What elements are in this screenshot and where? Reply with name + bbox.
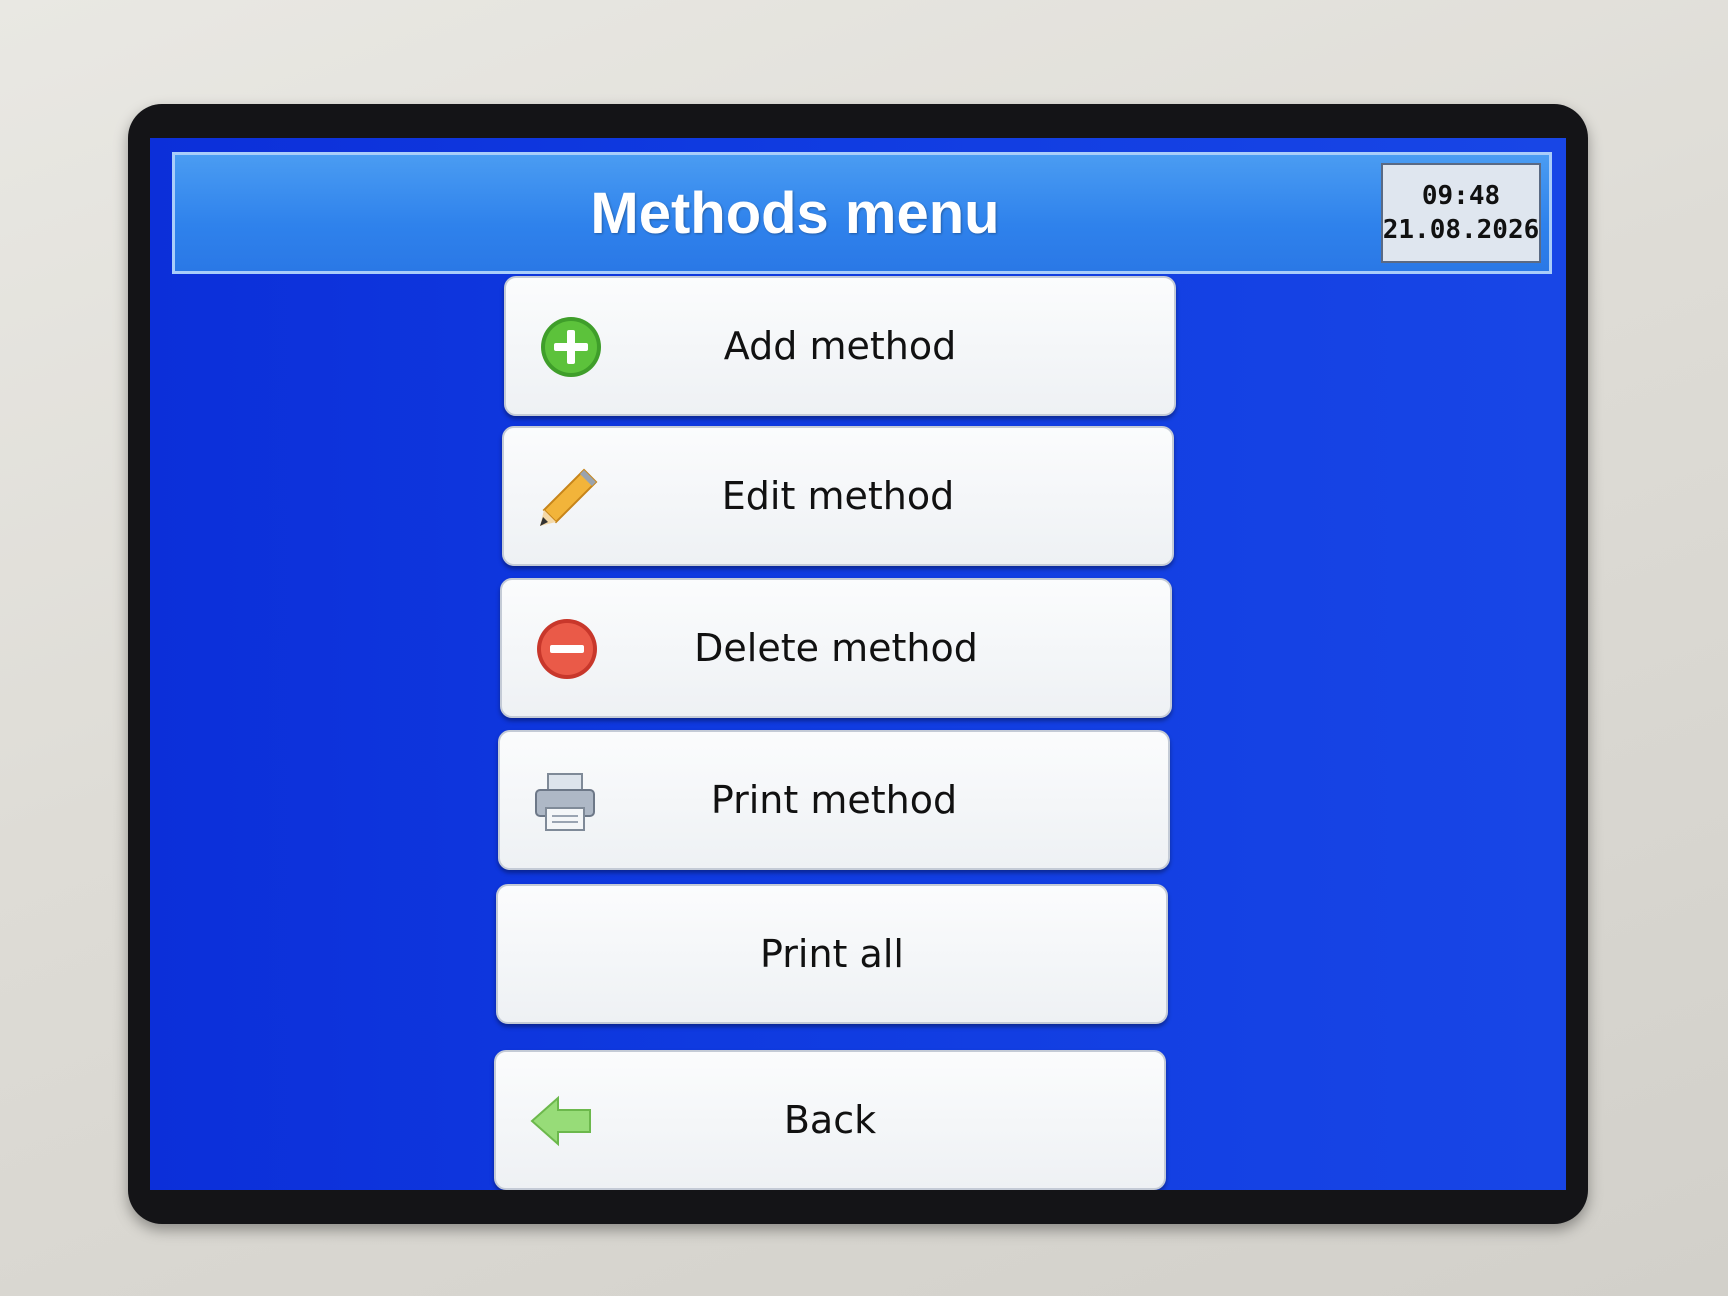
clock-display: 09:48 21.08.2026 bbox=[1381, 163, 1541, 263]
clock-date: 21.08.2026 bbox=[1382, 215, 1540, 245]
delete-method-label: Delete method bbox=[694, 626, 978, 670]
touch-screen: Methods menu 09:48 21.08.2026 Add method bbox=[150, 138, 1566, 1190]
delete-method-button[interactable]: Delete method bbox=[500, 578, 1172, 718]
clock-time: 09:48 bbox=[1421, 181, 1501, 211]
edit-method-button[interactable]: Edit method bbox=[502, 426, 1174, 566]
page-title: Methods menu bbox=[590, 180, 1000, 246]
back-label: Back bbox=[783, 1098, 877, 1142]
edit-method-label: Edit method bbox=[721, 474, 955, 518]
print-all-button[interactable]: Print all bbox=[496, 884, 1168, 1024]
device-housing: Methods menu 09:48 21.08.2026 Add method bbox=[0, 0, 1728, 1296]
add-method-button[interactable]: Add method bbox=[504, 276, 1176, 416]
back-button[interactable]: Back bbox=[494, 1050, 1166, 1190]
print-method-button[interactable]: Print method bbox=[498, 730, 1170, 870]
add-method-label: Add method bbox=[723, 324, 957, 368]
header-bar: Methods menu 09:48 21.08.2026 bbox=[172, 152, 1552, 274]
print-all-label: Print all bbox=[760, 932, 904, 976]
print-method-label: Print method bbox=[710, 778, 958, 822]
